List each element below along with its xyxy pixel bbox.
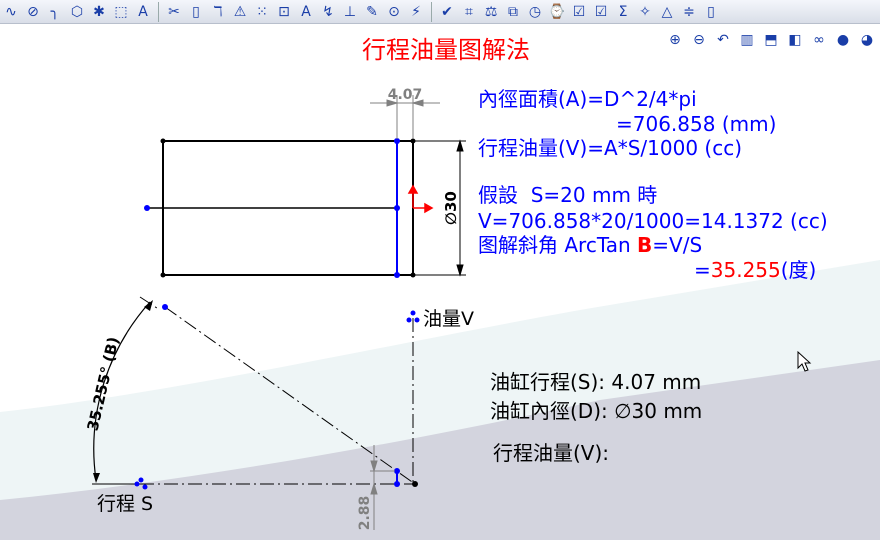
angle-unit: (度) — [781, 258, 817, 282]
stroke-dimension-value[interactable]: 4.07 — [388, 87, 423, 103]
volume-axis-label: 油量V — [423, 308, 474, 330]
formula-line-4: 假設 S=20 mm 時 — [478, 183, 657, 207]
angle-b-label: B — [637, 233, 652, 257]
formula-line-6: 图解斜角 ArcTan B=V/S — [478, 233, 702, 257]
graphics-area[interactable]: 行程油量图解法 4.07 ∅30 內徑面積(A)=D^2/4*pi =706.8… — [0, 0, 880, 540]
offset-dimension-value[interactable]: 2.88 — [357, 496, 373, 531]
angle-value: 35.255 — [711, 258, 781, 282]
formula-line-1: 內徑面積(A)=D^2/4*pi — [478, 87, 697, 111]
formula-line-7: =35.255(度) — [694, 258, 816, 282]
formula-note[interactable]: 內徑面積(A)=D^2/4*pi =706.858 (mm) 行程油量(V)=A… — [478, 87, 828, 282]
formula-line-6-suffix: =V/S — [652, 233, 702, 257]
sketch-title: 行程油量图解法 — [362, 36, 530, 64]
formula-line-2: =706.858 (mm) — [616, 112, 776, 136]
volume-info[interactable]: 行程油量(V): — [493, 441, 609, 465]
stroke-axis-label: 行程 S — [97, 493, 153, 515]
formula-line-5: V=706.858*20/1000=14.1372 (cc) — [478, 209, 828, 233]
formula-line-3: 行程油量(V)=A*S/1000 (cc) — [478, 136, 742, 160]
diameter-dimension-value[interactable]: ∅30 — [442, 191, 460, 225]
formula-line-6-prefix: 图解斜角 ArcTan — [478, 233, 637, 257]
stroke-info[interactable]: 油缸行程(S): 4.07 mm — [490, 370, 701, 394]
bore-info[interactable]: 油缸內徑(D): ∅30 mm — [490, 399, 702, 423]
equals: = — [694, 258, 711, 282]
